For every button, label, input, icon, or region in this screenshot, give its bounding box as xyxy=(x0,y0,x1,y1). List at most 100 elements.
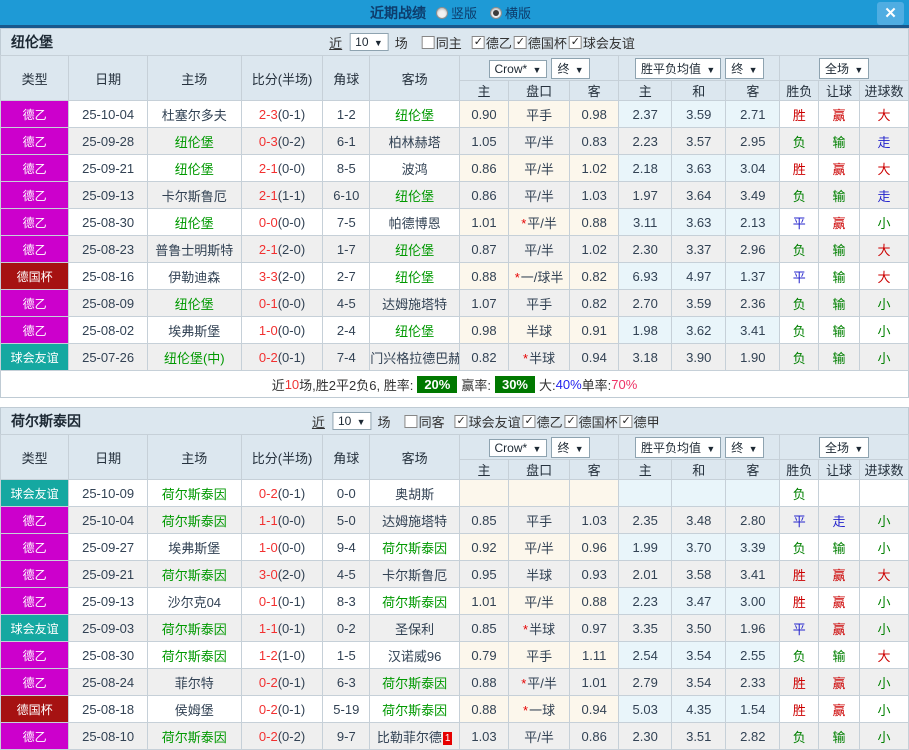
avg-draw-cell: 3.51 xyxy=(671,722,727,750)
league-checkbox-1[interactable]: ✓ 德乙 xyxy=(522,412,563,431)
layout-radio-1[interactable]: 横版 xyxy=(490,3,539,22)
away-team-name: 纽伦堡 xyxy=(395,242,435,258)
final-avg-select[interactable]: 终 ▼ xyxy=(725,57,764,79)
avg-home-cell: 3.18 xyxy=(618,343,673,371)
league-checkbox-1[interactable]: ✓ 德国杯 xyxy=(513,33,567,52)
final-odds-select[interactable]: 终 ▼ xyxy=(551,57,590,79)
league-checkbox-0[interactable]: ✓ 球会友谊 xyxy=(454,412,521,431)
home-team-cell: 荷尔斯泰因 xyxy=(146,614,242,642)
league-checkbox-2[interactable]: ✓ 球会友谊 xyxy=(568,33,635,52)
result-cell: 胜 xyxy=(779,695,820,723)
table-row: 德乙 25-08-23 普鲁士明斯特 2-1(2-0) 1-7 纽伦堡 0.87 平/半 1.0… xyxy=(0,235,909,263)
result-cell: 负 xyxy=(779,289,820,317)
handicap-result-cell: 走 xyxy=(818,506,860,534)
single-rate-value: 70% xyxy=(611,376,638,392)
same-venue-checkbox-label: 同客 xyxy=(418,414,445,430)
away-odds-cell: 0.91 xyxy=(569,316,620,344)
home-odds-cell: 1.01 xyxy=(459,208,509,236)
final-odds-select[interactable]: 终 ▼ xyxy=(551,436,590,458)
handicap-cell: 平手 xyxy=(507,506,571,534)
handicap-result-cell: 输 xyxy=(818,127,860,155)
league-checkbox-0[interactable]: ✓ 德乙 xyxy=(471,33,512,52)
win-rate-badge: 20% xyxy=(417,375,458,393)
handicap-text: 平/半 xyxy=(524,188,554,204)
full-time-score: 0-2 xyxy=(258,728,278,744)
dropdown-arrow-icon: ▼ xyxy=(532,64,542,75)
full-time-score: 2-1 xyxy=(258,187,278,203)
half-time-score: (0-1) xyxy=(277,593,306,609)
away-odds-cell: 1.03 xyxy=(569,181,620,209)
away-team-name: 荷尔斯泰因 xyxy=(382,702,448,718)
dropdown-arrow-icon: ▼ xyxy=(373,38,383,48)
match-count-select[interactable]: 10 ▼ xyxy=(349,33,389,51)
checkbox-unchecked-icon xyxy=(421,35,435,49)
full-time-score: 1-0 xyxy=(258,322,278,338)
same-venue-checkbox[interactable]: 同主 xyxy=(421,33,462,52)
handicap-result-cell: 输 xyxy=(818,181,860,209)
avg-away-cell: 3.04 xyxy=(725,154,781,182)
date-cell: 25-10-09 xyxy=(68,479,148,507)
avg-away-cell: 3.00 xyxy=(725,587,781,615)
away-team-name: 荷尔斯泰因 xyxy=(382,594,448,610)
away-team-name: 汉诺威96 xyxy=(387,648,442,664)
handicap-text: 平手 xyxy=(526,513,553,529)
away-odds-cell: 0.93 xyxy=(569,560,620,588)
home-team-name: 埃弗斯堡 xyxy=(168,540,221,556)
away-team-name: 门兴格拉德巴赫 xyxy=(370,350,460,366)
score-cell: 1-2(1-0) xyxy=(240,641,324,669)
handicap-result-cell: 输 xyxy=(818,533,860,561)
match-count-select[interactable]: 10 ▼ xyxy=(331,412,372,430)
corner-cell: 1-7 xyxy=(322,235,371,263)
corner-cell: 2-4 xyxy=(322,316,371,344)
layout-radio-0[interactable]: 竖版 xyxy=(435,3,485,22)
avg-draw-cell: 3.50 xyxy=(671,614,727,642)
home-odds-cell: 0.82 xyxy=(459,343,509,371)
checkbox-checked-icon: ✓ xyxy=(564,414,578,428)
table-row: 德乙 25-09-27 埃弗斯堡 1-0(0-0) 9-4 荷尔斯泰因 0.92 平/半 0.9… xyxy=(0,533,909,561)
away-odds-cell: 1.11 xyxy=(569,641,620,669)
layout-radio-group: 竖版 横版 xyxy=(431,3,539,22)
avg-away-cell: 3.41 xyxy=(725,560,781,588)
odds-source-select[interactable]: Crow* ▼ xyxy=(488,438,548,457)
same-venue-checkbox[interactable]: 同客 xyxy=(404,412,445,431)
league-checkbox-3[interactable]: ✓ 德甲 xyxy=(619,412,660,431)
full-time-score: 2-1 xyxy=(258,241,278,257)
column-header: 类型 xyxy=(0,55,70,101)
away-team-cell: 纽伦堡 xyxy=(369,262,461,290)
handicap-result-cell: 赢 xyxy=(818,560,860,588)
table-row: 球会友谊 25-07-26 纽伦堡(中) 0-2(0-1) 7-4 门兴格拉德巴赫 0.82… xyxy=(0,343,909,371)
goals-cell: 小 xyxy=(858,316,909,344)
filter-bar: 近 10 ▼ 场同客 ✓ 球会友谊 ✓ 德乙 ✓ 德国杯 ✓ 德甲 xyxy=(312,412,660,431)
team-section: 纽伦堡近 10 ▼ 场同主 ✓ 德乙 ✓ 德国杯 ✓ 球会友谊 类型 日期 主场 比分(半场) 角球 客场 C… xyxy=(0,28,909,398)
handicap-text: 平/半 xyxy=(524,729,554,745)
away-odds-cell: 0.82 xyxy=(569,289,620,317)
full-match-select[interactable]: 全场 ▼ xyxy=(819,436,870,458)
away-odds-cell: 1.02 xyxy=(569,235,620,263)
avg-odds-select[interactable]: 胜平负均值 ▼ xyxy=(635,57,722,79)
league-checkbox-2[interactable]: ✓ 德国杯 xyxy=(564,412,618,431)
near-link[interactable]: 近 xyxy=(329,33,342,52)
avg-draw-cell: 3.59 xyxy=(671,100,727,128)
home-team-name: 纽伦堡 xyxy=(174,296,214,312)
near-link[interactable]: 近 xyxy=(312,412,325,431)
handicap-star: * xyxy=(521,215,527,231)
odds-source-select[interactable]: Crow* ▼ xyxy=(488,59,548,78)
team-name: 荷尔斯泰因 xyxy=(11,413,81,429)
home-team-cell: 荷尔斯泰因 xyxy=(146,722,242,750)
full-time-score: 0-2 xyxy=(258,349,278,365)
full-match-select[interactable]: 全场 ▼ xyxy=(819,57,870,79)
checkbox-checked-icon: ✓ xyxy=(471,35,485,49)
sub-column-header: 盘口 xyxy=(507,459,571,480)
handicap-text: 平/半 xyxy=(524,540,554,556)
corner-cell: 6-1 xyxy=(322,127,371,155)
final-avg-select[interactable]: 终 ▼ xyxy=(725,436,764,458)
table-row: 德乙 25-08-24 菲尔特 0-2(0-1) 6-3 荷尔斯泰因 0.88 *平/半 1.0… xyxy=(0,668,909,696)
column-header: 主场 xyxy=(146,55,242,101)
column-header: 主场 xyxy=(146,434,242,480)
date-cell: 25-09-21 xyxy=(68,560,148,588)
close-button[interactable]: ✕ xyxy=(877,2,904,25)
full-time-score: 2-1 xyxy=(258,160,278,176)
avg-odds-select[interactable]: 胜平负均值 ▼ xyxy=(635,436,722,458)
dropdown-arrow-icon: ▼ xyxy=(532,443,542,454)
odds-source-group: Crow* ▼ 终 ▼ xyxy=(459,55,620,81)
